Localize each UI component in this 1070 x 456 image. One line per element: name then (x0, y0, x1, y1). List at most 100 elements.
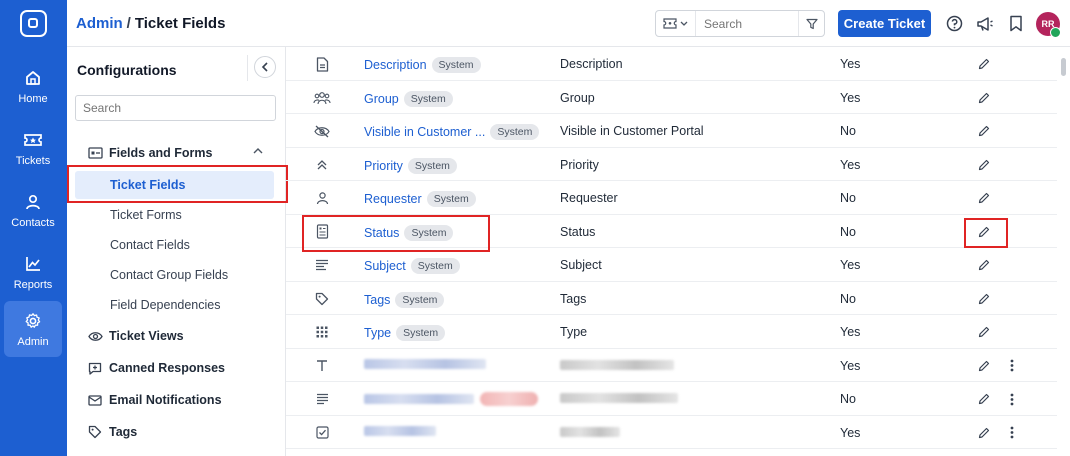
config-group-ticket-views[interactable]: Ticket Views (67, 323, 286, 349)
config-item-ticket-forms[interactable]: Ticket Forms (75, 201, 274, 229)
more-vertical-icon[interactable] (1004, 391, 1020, 407)
rail-item-reports[interactable]: Reports (4, 244, 62, 300)
table-row[interactable]: Description System Description Yes (286, 47, 1057, 81)
filter-button[interactable] (798, 11, 824, 36)
highlight-status-field (302, 215, 490, 252)
config-group-label: Canned Responses (109, 361, 226, 375)
pencil-icon[interactable] (976, 425, 992, 441)
field-name[interactable]: Priority (364, 159, 403, 173)
config-item-field-dependencies[interactable]: Field Dependencies (75, 291, 274, 319)
blurred-field-name[interactable] (364, 425, 436, 436)
config-group-email-notifications[interactable]: Email Notifications (67, 387, 286, 413)
field-name-link[interactable]: Description System (364, 57, 481, 73)
field-name[interactable]: Tags (364, 293, 390, 307)
app-logo[interactable] (20, 10, 47, 37)
field-name-link[interactable]: Priority System (364, 157, 457, 174)
table-row[interactable]: Type System Type Yes (286, 315, 1057, 349)
redacted-text (560, 393, 678, 403)
field-label: Type (560, 325, 588, 339)
blurred-field-label (560, 426, 620, 440)
user-icon (313, 189, 331, 207)
system-badge: System (403, 90, 453, 107)
field-name[interactable]: Subject (364, 259, 406, 273)
rail-label-contacts: Contacts (11, 217, 55, 229)
more-vertical-icon[interactable] (1004, 358, 1020, 374)
field-name[interactable]: Requester (364, 192, 422, 206)
field-required: Yes (840, 90, 861, 105)
field-name-link[interactable]: Tags System (364, 291, 445, 308)
ticket-icon (22, 129, 44, 151)
breadcrumb: Admin / Ticket Fields (76, 15, 225, 32)
config-group-canned-responses[interactable]: Canned Responses (67, 355, 286, 381)
pencil-icon[interactable] (976, 358, 992, 374)
table-row[interactable]: Yes (286, 349, 1057, 382)
rail-item-contacts[interactable]: Contacts (4, 182, 62, 238)
system-badge: System (396, 325, 446, 341)
table-row[interactable]: Group System Group Yes (286, 81, 1057, 114)
config-item-contact-group-fields[interactable]: Contact Group Fields (75, 261, 274, 289)
breadcrumb-admin-link[interactable]: Admin (76, 15, 123, 32)
rail-label-tickets: Tickets (15, 155, 51, 167)
field-name-link[interactable]: Subject System (364, 258, 460, 274)
table-row[interactable]: Visible in Customer ... System Visible in… (286, 114, 1057, 148)
chevron-left-icon (261, 62, 268, 72)
rail-item-admin[interactable]: Admin (4, 301, 62, 357)
table-row[interactable]: Priority System Priority Yes (286, 148, 1057, 181)
field-required: Yes (840, 157, 861, 172)
field-name-link[interactable]: Type System (364, 325, 446, 341)
rail-item-home[interactable]: Home (4, 58, 62, 114)
blurred-field-name[interactable] (364, 358, 486, 369)
config-group-fields-and-forms[interactable]: Fields and Forms (67, 140, 286, 166)
rail-item-tickets[interactable]: Tickets (4, 120, 62, 176)
help-icon[interactable] (944, 13, 964, 33)
create-ticket-button[interactable]: Create Ticket (838, 10, 931, 37)
grid-icon (313, 323, 331, 341)
redacted-text (560, 426, 620, 437)
pencil-icon[interactable] (976, 190, 992, 206)
redacted-text (364, 394, 474, 404)
field-label: Status (560, 224, 596, 239)
config-divider (247, 55, 248, 81)
field-name-link[interactable]: Group System (364, 90, 453, 107)
tag-icon (87, 424, 103, 440)
collapse-sidebar-button[interactable] (254, 56, 276, 78)
blurred-field-name[interactable] (364, 392, 538, 406)
search-type-dropdown[interactable] (656, 11, 696, 36)
field-required: No (840, 291, 856, 306)
config-group-tags[interactable]: Tags (67, 419, 286, 445)
pencil-icon[interactable] (976, 324, 992, 340)
table-row[interactable]: Subject System Subject Yes (286, 248, 1057, 282)
search-input[interactable] (696, 16, 798, 31)
field-name[interactable]: Type (364, 326, 391, 340)
field-name[interactable]: Visible in Customer ... (364, 125, 485, 139)
table-row[interactable]: Yes (286, 416, 1057, 449)
pencil-icon[interactable] (976, 123, 992, 139)
field-required: No (840, 124, 856, 138)
pencil-icon[interactable] (976, 90, 992, 106)
field-name[interactable]: Group (364, 92, 399, 106)
scrollbar[interactable] (1061, 58, 1066, 76)
more-vertical-icon[interactable] (1004, 425, 1020, 441)
field-required: No (840, 224, 856, 239)
field-name-link[interactable]: Requester System (364, 191, 476, 207)
config-search-input[interactable] (75, 95, 276, 121)
redacted-text (560, 359, 674, 370)
megaphone-icon[interactable] (975, 13, 995, 33)
table-row[interactable]: Requester System Requester No (286, 181, 1057, 215)
pencil-icon[interactable] (976, 391, 992, 407)
rail-label-reports: Reports (13, 279, 53, 291)
table-row[interactable]: No (286, 382, 1057, 416)
field-name-link[interactable]: Visible in Customer ... System (364, 124, 540, 140)
chart-icon (22, 253, 44, 275)
form-icon (87, 145, 103, 161)
pencil-icon[interactable] (976, 291, 992, 307)
bookmark-icon[interactable] (1006, 13, 1026, 33)
config-item-contact-fields[interactable]: Contact Fields (75, 231, 274, 259)
pencil-icon[interactable] (976, 257, 992, 273)
table-row[interactable]: Tags System Tags No (286, 282, 1057, 315)
pencil-icon[interactable] (976, 56, 992, 72)
config-group-label: Email Notifications (109, 393, 222, 407)
field-name[interactable]: Description (364, 58, 427, 72)
field-required: No (840, 392, 856, 406)
pencil-icon[interactable] (976, 157, 992, 173)
